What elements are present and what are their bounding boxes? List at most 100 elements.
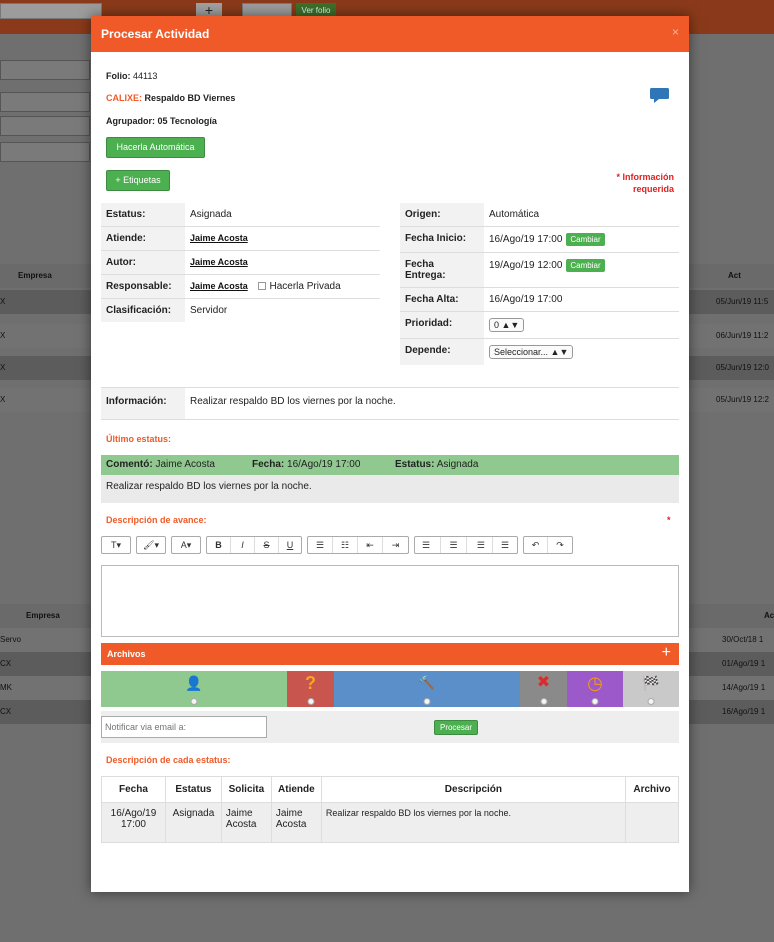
field-row-autor: Autor: Jaime Acosta — [101, 250, 380, 275]
add-tags-button[interactable]: + Etiquetas — [106, 170, 170, 191]
cancel-icon: ✖ — [536, 674, 551, 691]
progress-required-mark: * — [667, 515, 671, 525]
text-style-dropdown[interactable]: T▾ — [102, 537, 130, 553]
last-status-title: Último estatus: — [106, 434, 172, 444]
status-radio[interactable] — [540, 698, 547, 705]
activity-fields-left: Estatus: Asignada Atiende: Jaime Acosta … — [101, 203, 380, 322]
depends-select[interactable]: Seleccionar... ▲▼ — [489, 345, 574, 359]
field-row-fecha-inicio: Fecha Inicio: 16/Ago/19 17:00 Cambiar — [400, 226, 679, 253]
last-status-bar: Comentó: Jaime Acosta Fecha: 16/Ago/19 1… — [101, 455, 679, 475]
col-archivo: Archivo — [624, 776, 680, 803]
status-option-cancel[interactable]: ✖ — [520, 671, 567, 707]
align-left-icon[interactable]: ☰ — [415, 537, 441, 553]
background-filter-input — [0, 142, 90, 162]
outdent-icon[interactable]: ⇤ — [358, 537, 383, 553]
font-size-dropdown[interactable]: A▾ — [172, 537, 200, 553]
hammer-icon: 🔨 — [418, 675, 436, 690]
autor-link[interactable]: Jaime Acosta — [190, 257, 248, 267]
last-status-description: Realizar respaldo BD los viernes por la … — [101, 475, 679, 503]
prioridad-label: Prioridad: — [400, 311, 484, 339]
atiende-label: Atiende: — [101, 226, 185, 251]
indent-icon[interactable]: ⇥ — [383, 537, 408, 553]
change-due-date-button[interactable]: Cambiar — [566, 259, 605, 272]
field-row-responsable: Responsable: Jaime Acosta Hacerla Privad… — [101, 274, 380, 299]
align-justify-icon[interactable]: ☰ — [493, 537, 517, 553]
col-atiende: Atiende — [270, 776, 322, 803]
fecha-entrega-label: Fecha Entrega: — [400, 252, 484, 288]
fecha-entrega-value: 19/Ago/19 12:00 — [489, 260, 563, 272]
status-option-finish[interactable]: 🏁 — [623, 671, 679, 707]
make-automatic-button[interactable]: Hacerla Automática — [106, 137, 205, 158]
history-solicita: Jaime Acosta — [220, 802, 272, 843]
question-icon: ? — [305, 673, 316, 693]
fecha-alta-value: 16/Ago/19 17:00 — [484, 287, 679, 312]
background-search-input — [0, 3, 102, 19]
activity-fields-right: Origen: Automática Fecha Inicio: 16/Ago/… — [400, 203, 679, 365]
private-checkbox[interactable] — [258, 282, 267, 291]
table-header-row: Fecha Estatus Solicita Atiende Descripci… — [101, 776, 680, 803]
field-row-atiende: Atiende: Jaime Acosta — [101, 226, 380, 251]
folio-line: Folio: 44113 — [106, 71, 157, 81]
change-start-date-button[interactable]: Cambiar — [566, 233, 605, 246]
information-label: Información: — [101, 387, 185, 420]
status-option-assign[interactable]: 👤 — [101, 671, 287, 707]
background-filter-input — [0, 116, 90, 136]
history-fecha: 16/Ago/19 17:00 — [101, 802, 166, 843]
private-label: Hacerla Privada — [269, 281, 341, 292]
files-label: Archivos — [107, 649, 146, 659]
status-radio[interactable] — [423, 698, 431, 705]
status-radio[interactable] — [647, 698, 655, 705]
col-fecha: Fecha — [101, 776, 166, 803]
numbered-list-icon[interactable]: ☷ — [333, 537, 358, 553]
atiende-link[interactable]: Jaime Acosta — [190, 233, 248, 243]
col-estatus: Estatus — [164, 776, 222, 803]
underline-button[interactable]: U — [279, 537, 301, 553]
undo-icon[interactable]: ↶ — [524, 537, 548, 553]
process-activity-modal: Procesar Actividad × Folio: 44113 CALIXE… — [91, 16, 689, 892]
priority-select[interactable]: 0 ▲▼ — [489, 318, 525, 332]
group-value: 05 Tecnología — [157, 116, 217, 126]
responsable-link[interactable]: Jaime Acosta — [190, 281, 248, 291]
bullet-list-icon[interactable]: ☰ — [308, 537, 333, 553]
close-icon[interactable]: × — [672, 25, 679, 39]
field-row-prioridad: Prioridad: 0 ▲▼ — [400, 311, 679, 339]
progress-description-title: Descripción de avance: — [106, 515, 207, 525]
comment-icon[interactable] — [650, 88, 669, 103]
status-radio[interactable] — [307, 698, 314, 705]
history-archivo — [624, 802, 680, 843]
align-right-icon[interactable]: ☰ — [467, 537, 493, 553]
notify-row: Procesar — [101, 711, 679, 743]
autor-label: Autor: — [101, 250, 185, 275]
history-atiende: Jaime Acosta — [270, 802, 322, 843]
status-option-in-progress[interactable]: 🔨 — [334, 671, 520, 707]
required-info-note: * Información requerida — [616, 172, 674, 194]
redo-icon[interactable]: ↷ — [548, 537, 572, 553]
status-radio[interactable] — [591, 698, 599, 705]
align-center-icon[interactable]: ☰ — [441, 537, 467, 553]
field-row-estatus: Estatus: Asignada — [101, 203, 380, 227]
background-filter-input — [0, 60, 90, 80]
process-button[interactable]: Procesar — [434, 720, 478, 735]
status-radio[interactable] — [190, 698, 198, 705]
information-row: Información: Realizar respaldo BD los vi… — [101, 387, 679, 420]
background-filter-input — [0, 92, 90, 112]
bold-button[interactable]: B — [207, 537, 231, 553]
progress-description-editor[interactable] — [101, 565, 679, 637]
history-descripcion: Realizar respaldo BD los viernes por la … — [320, 802, 626, 843]
italic-button[interactable]: I — [231, 537, 255, 553]
brush-color-dropdown[interactable]: 🖌▾ — [137, 537, 165, 553]
status-option-question[interactable]: ? — [287, 671, 334, 707]
status-history-table: Fecha Estatus Solicita Atiende Descripci… — [101, 776, 680, 843]
field-row-clasificacion: Clasificación: Servidor — [101, 298, 380, 322]
status-option-pending[interactable]: ◷ — [567, 671, 623, 707]
notify-email-input[interactable] — [101, 716, 267, 738]
fecha-inicio-value: 16/Ago/19 17:00 — [489, 234, 563, 246]
field-row-depende: Depende: Seleccionar... ▲▼ — [400, 338, 679, 365]
field-row-fecha-entrega: Fecha Entrega: 19/Ago/19 12:00 Cambiar — [400, 252, 679, 288]
estatus-value: Asignada — [185, 203, 380, 227]
clasificacion-value: Servidor — [190, 305, 228, 316]
field-row-origen: Origen: Automática — [400, 203, 679, 227]
strikethrough-button[interactable]: S — [255, 537, 279, 553]
add-file-icon[interactable]: + — [662, 644, 671, 662]
person-check-icon: 👤 — [185, 675, 203, 691]
